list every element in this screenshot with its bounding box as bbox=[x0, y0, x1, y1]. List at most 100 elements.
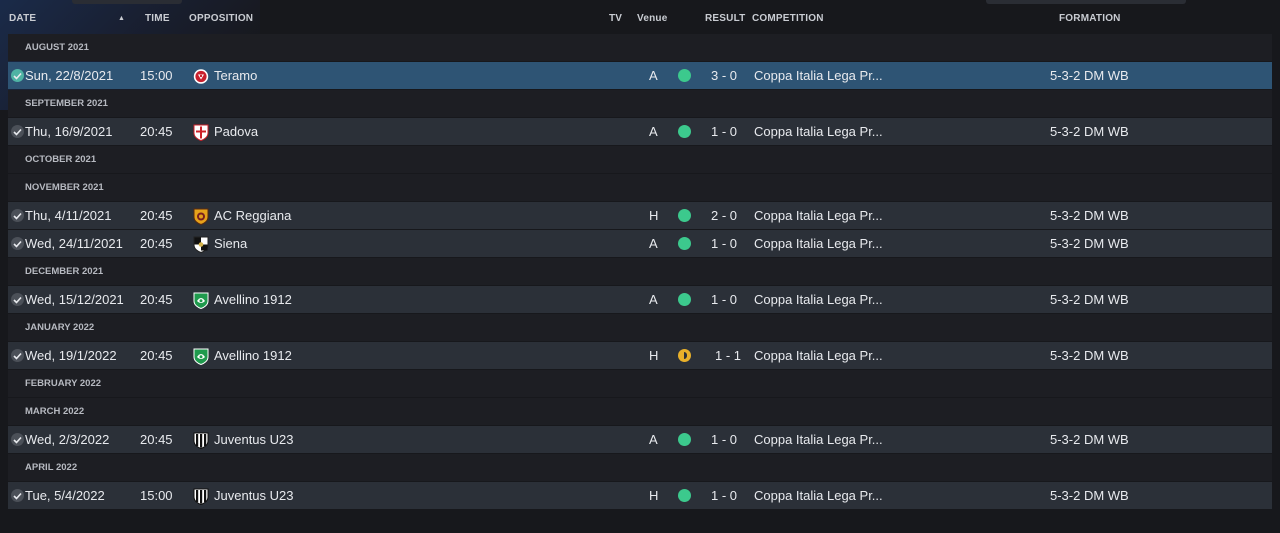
match-time: 20:45 bbox=[140, 292, 173, 307]
match-score[interactable]: 1 - 0 bbox=[711, 118, 737, 145]
match-score[interactable]: 1 - 0 bbox=[711, 230, 737, 257]
match-date: Thu, 16/9/2021 bbox=[25, 124, 113, 139]
sort-ascending-icon[interactable]: ▲ bbox=[118, 15, 125, 22]
header-formation[interactable]: FORMATION bbox=[1059, 13, 1121, 24]
opponent-link[interactable]: Juventus U23 bbox=[214, 482, 294, 509]
month-header: SEPTEMBER 2021 bbox=[8, 90, 1272, 117]
match-date: Tue, 5/4/2022 bbox=[25, 488, 105, 503]
opponent-link[interactable]: Juventus U23 bbox=[214, 426, 294, 453]
check-icon[interactable] bbox=[11, 125, 24, 138]
opponent-link[interactable]: AC Reggiana bbox=[214, 202, 291, 229]
formation-value: 5-3-2 DM WB bbox=[1050, 124, 1129, 139]
opponent-link[interactable]: Teramo bbox=[214, 62, 257, 89]
teramo-crest-icon[interactable] bbox=[193, 67, 209, 84]
avellino-crest-icon[interactable] bbox=[193, 347, 209, 366]
month-header: FEBRUARY 2022 bbox=[8, 370, 1272, 397]
match-date: Wed, 19/1/2022 bbox=[25, 348, 117, 363]
match-time: 20:45 bbox=[140, 124, 173, 139]
venue-value: H bbox=[649, 208, 659, 223]
header-result[interactable]: RESULT bbox=[705, 13, 745, 24]
juventus-crest-icon[interactable] bbox=[193, 487, 209, 506]
opponent-link[interactable]: Avellino 1912 bbox=[214, 342, 292, 369]
draw-result-icon bbox=[678, 349, 691, 362]
competition-link[interactable]: Coppa Italia Lega Pr... bbox=[754, 230, 883, 257]
fixture-row[interactable]: Wed, 2/3/2022 20:45 Juventus U23 A 1 - 0… bbox=[8, 426, 1272, 453]
check-icon[interactable] bbox=[11, 69, 24, 82]
month-header: JANUARY 2022 bbox=[8, 314, 1272, 341]
competition-link[interactable]: Coppa Italia Lega Pr... bbox=[754, 286, 883, 313]
match-score[interactable]: 1 - 0 bbox=[711, 286, 737, 313]
win-result-icon bbox=[678, 209, 691, 222]
month-header: OCTOBER 2021 bbox=[8, 146, 1272, 173]
venue-value: A bbox=[649, 124, 658, 139]
win-result-icon bbox=[678, 237, 691, 250]
fixture-row[interactable]: Wed, 24/11/2021 20:45 Siena A 1 - 0 Copp… bbox=[8, 230, 1272, 257]
match-time: 20:45 bbox=[140, 432, 173, 447]
juventus-crest-icon[interactable] bbox=[193, 431, 209, 450]
opponent-link[interactable]: Padova bbox=[214, 118, 258, 145]
fixture-row[interactable]: Thu, 16/9/2021 20:45 Padova A 1 - 0 Copp… bbox=[8, 118, 1272, 145]
match-date: Wed, 24/11/2021 bbox=[25, 236, 123, 251]
check-icon[interactable] bbox=[11, 349, 24, 362]
competition-link[interactable]: Coppa Italia Lega Pr... bbox=[754, 342, 883, 369]
check-icon[interactable] bbox=[11, 209, 24, 222]
avellino-crest-icon[interactable] bbox=[193, 291, 209, 310]
month-header: APRIL 2022 bbox=[8, 454, 1272, 481]
formation-value: 5-3-2 DM WB bbox=[1050, 488, 1129, 503]
competition-link[interactable]: Coppa Italia Lega Pr... bbox=[754, 118, 883, 145]
formation-value: 5-3-2 DM WB bbox=[1050, 236, 1129, 251]
month-header: NOVEMBER 2021 bbox=[8, 174, 1272, 201]
competition-link[interactable]: Coppa Italia Lega Pr... bbox=[754, 426, 883, 453]
match-date: Thu, 4/11/2021 bbox=[25, 208, 112, 223]
header-tv[interactable]: TV bbox=[609, 13, 622, 24]
venue-value: A bbox=[649, 68, 658, 83]
month-header: MARCH 2022 bbox=[8, 398, 1272, 425]
match-score[interactable]: 1 - 1 bbox=[715, 342, 741, 369]
check-icon[interactable] bbox=[11, 293, 24, 306]
competition-link[interactable]: Coppa Italia Lega Pr... bbox=[754, 482, 883, 509]
fixtures-table: AUGUST 2021 Sun, 22/8/2021 15:00 Teramo … bbox=[8, 34, 1272, 510]
check-icon[interactable] bbox=[11, 237, 24, 250]
reggiana-crest-icon[interactable] bbox=[193, 207, 209, 226]
competition-link[interactable]: Coppa Italia Lega Pr... bbox=[754, 202, 883, 229]
match-date: Wed, 15/12/2021 bbox=[25, 292, 124, 307]
win-result-icon bbox=[678, 125, 691, 138]
header-competition[interactable]: COMPETITION bbox=[752, 13, 824, 24]
fixture-row[interactable]: Wed, 19/1/2022 20:45 Avellino 1912 H 1 -… bbox=[8, 342, 1272, 369]
match-time: 20:45 bbox=[140, 236, 173, 251]
match-score[interactable]: 1 - 0 bbox=[711, 426, 737, 453]
header-venue[interactable]: Venue bbox=[637, 13, 667, 24]
match-score[interactable]: 2 - 0 bbox=[711, 202, 737, 229]
match-time: 20:45 bbox=[140, 348, 173, 363]
match-score[interactable]: 3 - 0 bbox=[711, 62, 737, 89]
fixture-row[interactable]: Tue, 5/4/2022 15:00 Juventus U23 H 1 - 0… bbox=[8, 482, 1272, 509]
opponent-link[interactable]: Siena bbox=[214, 230, 247, 257]
competition-link[interactable]: Coppa Italia Lega Pr... bbox=[754, 62, 883, 89]
check-icon[interactable] bbox=[11, 489, 24, 502]
venue-value: H bbox=[649, 488, 659, 503]
win-result-icon bbox=[678, 293, 691, 306]
venue-value: A bbox=[649, 292, 658, 307]
fixture-row[interactable]: Wed, 15/12/2021 20:45 Avellino 1912 A 1 … bbox=[8, 286, 1272, 313]
month-header: AUGUST 2021 bbox=[8, 34, 1272, 61]
header-opposition[interactable]: OPPOSITION bbox=[189, 13, 253, 24]
formation-value: 5-3-2 DM WB bbox=[1050, 208, 1129, 223]
header-date[interactable]: DATE bbox=[9, 13, 36, 24]
match-time: 15:00 bbox=[140, 68, 173, 83]
match-date: Sun, 22/8/2021 bbox=[25, 68, 114, 83]
padova-crest-icon[interactable] bbox=[193, 123, 209, 142]
month-header: DECEMBER 2021 bbox=[8, 258, 1272, 285]
match-time: 15:00 bbox=[140, 488, 173, 503]
fixture-row[interactable]: Sun, 22/8/2021 15:00 Teramo A 3 - 0 Copp… bbox=[8, 62, 1272, 89]
siena-crest-icon[interactable] bbox=[193, 235, 209, 254]
match-score[interactable]: 1 - 0 bbox=[711, 482, 737, 509]
formation-value: 5-3-2 DM WB bbox=[1050, 68, 1129, 83]
formation-value: 5-3-2 DM WB bbox=[1050, 432, 1129, 447]
venue-value: A bbox=[649, 432, 658, 447]
fixture-row[interactable]: Thu, 4/11/2021 20:45 AC Reggiana H 2 - 0… bbox=[8, 202, 1272, 229]
opponent-link[interactable]: Avellino 1912 bbox=[214, 286, 292, 313]
check-icon[interactable] bbox=[11, 433, 24, 446]
match-date: Wed, 2/3/2022 bbox=[25, 432, 110, 447]
win-result-icon bbox=[678, 69, 691, 82]
header-time[interactable]: TIME bbox=[145, 13, 170, 24]
